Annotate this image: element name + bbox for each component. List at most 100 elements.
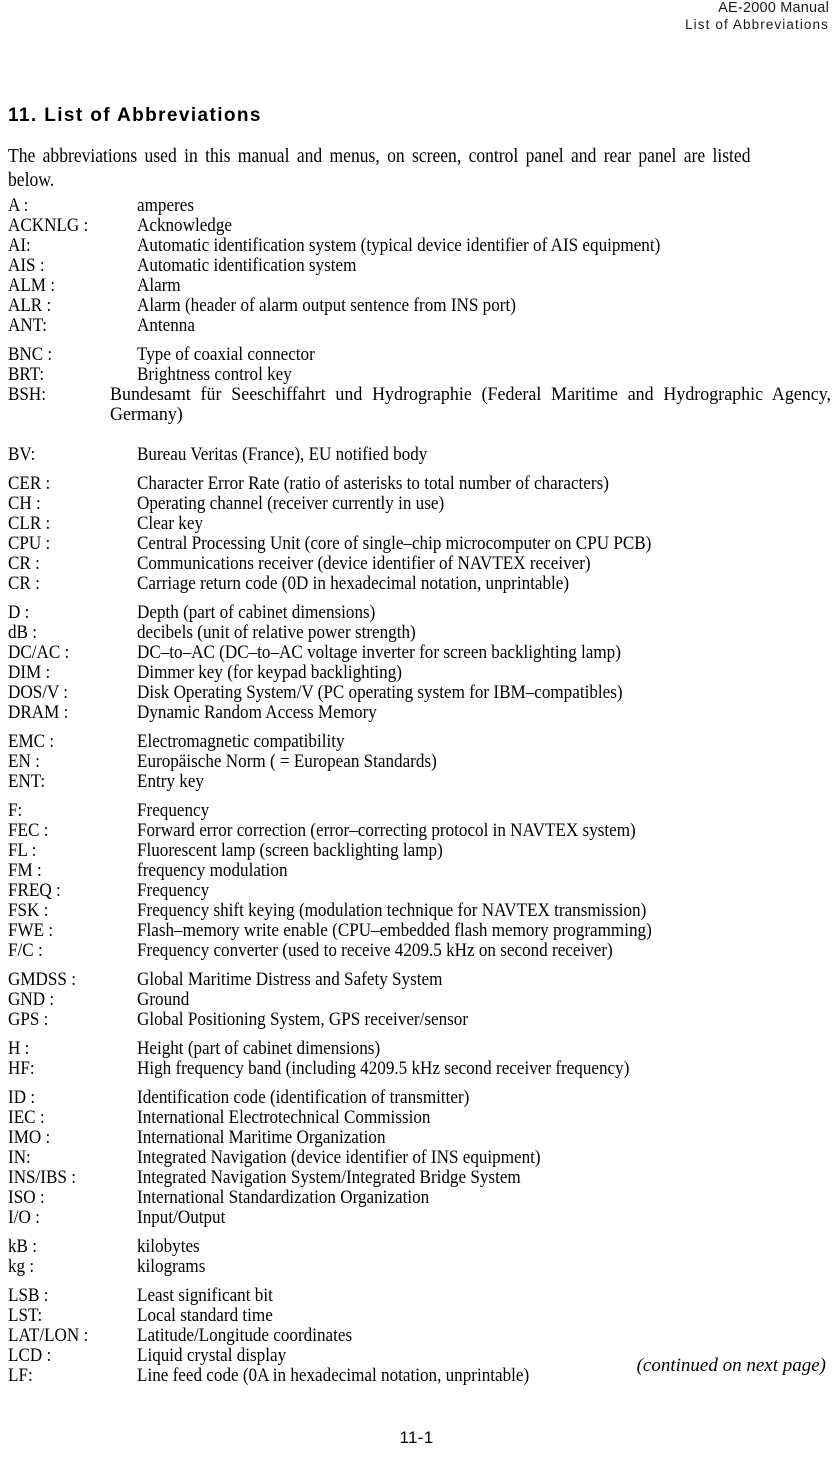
abbreviation-term: IN:: [8, 1147, 31, 1168]
abbreviation-definition: Global Positioning System, GPS receiver/…: [137, 1009, 469, 1030]
abbreviation-entry: AIS : Automatic identification system: [0, 256, 833, 276]
abbreviation-term: FSK :: [8, 900, 49, 921]
abbreviation-term: IMO :: [8, 1127, 51, 1148]
abbreviation-entry: I/O : Input/Output: [0, 1208, 833, 1228]
abbreviation-term: CR :: [8, 553, 40, 574]
abbreviation-definition: Frequency: [137, 800, 210, 821]
page-number: 11-1: [399, 1428, 434, 1447]
abbreviation-definition: Integrated Navigation (device identifier…: [137, 1147, 541, 1168]
abbreviation-definition: frequency modulation: [137, 860, 288, 881]
abbreviation-term: ALR :: [8, 295, 52, 316]
abbreviation-definition: Depth (part of cabinet dimensions): [137, 602, 376, 623]
abbreviation-entry: ISO : International Standardization Organ…: [0, 1188, 833, 1208]
abbreviation-definition: kilograms: [137, 1256, 206, 1277]
abbreviation-definition: Brightness control key: [137, 364, 292, 385]
abbreviation-entry: GND : Ground: [0, 990, 833, 1010]
abbreviation-term: LST:: [8, 1305, 43, 1326]
abbreviation-definition: Alarm (header of alarm output sentence f…: [137, 295, 516, 316]
abbreviation-term: CER :: [8, 473, 51, 494]
document-page: AE-2000 Manual List of Abbreviations 11.…: [0, 0, 833, 1461]
abbreviation-definition: Integrated Navigation System/Integrated …: [137, 1167, 521, 1188]
abbreviation-entry: dB : decibels (unit of relative power str…: [0, 623, 833, 643]
abbreviation-definition: International Maritime Organization: [137, 1127, 386, 1148]
abbreviation-entry: BSH: Bundesamt für Seeschiffahrt und Hydr…: [0, 385, 833, 445]
abbreviation-term: ENT:: [8, 771, 46, 792]
abbreviation-definition: Automatic identification system: [137, 255, 357, 276]
abbreviation-term: GPS :: [8, 1009, 49, 1030]
abbreviation-definition: Entry key: [137, 771, 204, 792]
abbreviation-definition: Acknowledge: [137, 215, 232, 236]
abbreviation-list: A : amperes ACKNLG : Acknowledge AI: Automati…: [0, 196, 833, 1395]
abbreviation-entry: kg : kilograms: [0, 1257, 833, 1277]
abbreviation-group: BNC : Type of coaxial connector BRT: Bright…: [0, 345, 833, 465]
abbreviation-definition: Frequency: [137, 880, 210, 901]
abbreviation-definition: Dynamic Random Access Memory: [137, 702, 377, 723]
abbreviation-term: HF:: [8, 1058, 35, 1079]
abbreviation-term: kg :: [8, 1256, 35, 1277]
abbreviation-entry: CPU : Central Processing Unit (core of si…: [0, 534, 833, 554]
abbreviation-term: H :: [8, 1038, 30, 1059]
abbreviation-entry: kB : kilobytes: [0, 1237, 833, 1257]
abbreviation-definition: Identification code (identification of t…: [137, 1087, 470, 1108]
abbreviation-entry: IMO : International Maritime Organization: [0, 1128, 833, 1148]
abbreviation-term: AI:: [8, 235, 31, 256]
abbreviation-definition: kilobytes: [137, 1236, 200, 1257]
abbreviation-entry: FEC : Forward error correction (error–cor…: [0, 821, 833, 841]
abbreviation-group: GMDSS : Global Maritime Distress and Safe…: [0, 970, 833, 1030]
abbreviation-group: A : amperes ACKNLG : Acknowledge AI: Automati…: [0, 196, 833, 336]
abbreviation-term: I/O :: [8, 1207, 40, 1228]
abbreviation-group: F: Frequency FEC : Forward error correction…: [0, 801, 833, 961]
abbreviation-entry: FL : Fluorescent lamp (screen backlightin…: [0, 841, 833, 861]
abbreviation-definition: High frequency band (including 4209.5 kH…: [137, 1058, 630, 1079]
abbreviation-term: CLR :: [8, 513, 51, 534]
abbreviation-term: F/C :: [8, 940, 43, 961]
intro-paragraph: The abbreviations used in this manual an…: [8, 146, 751, 191]
abbreviation-term: FL :: [8, 840, 37, 861]
abbreviation-term: CH :: [8, 493, 41, 514]
abbreviation-entry: ANT: Antenna: [0, 316, 833, 336]
abbreviation-term: A :: [8, 195, 29, 216]
abbreviation-entry: EMC : Electromagnetic compatibility: [0, 732, 833, 752]
abbreviation-term: FM :: [8, 860, 42, 881]
page-title: 11. List of Abbreviations: [8, 105, 262, 126]
abbreviation-term: DRAM :: [8, 702, 69, 723]
abbreviation-definition: Height (part of cabinet dimensions): [137, 1038, 381, 1059]
abbreviation-term: kB :: [8, 1236, 37, 1257]
abbreviation-term: GMDSS :: [8, 969, 76, 990]
abbreviation-definition: decibels (unit of relative power strengt…: [137, 622, 416, 643]
abbreviation-definition: Frequency converter (used to receive 420…: [137, 940, 613, 961]
abbreviation-definition: Clear key: [137, 513, 203, 534]
abbreviation-definition: Global Maritime Distress and Safety Syst…: [137, 969, 443, 990]
abbreviation-definition: Type of coaxial connector: [137, 344, 315, 365]
abbreviation-definition: DC–to–AC (DC–to–AC voltage inverter for …: [137, 642, 621, 663]
abbreviation-entry: LAT/LON : Latitude/Longitude coordinates: [0, 1326, 833, 1346]
chapter-title: List of Abbreviations: [685, 17, 829, 32]
abbreviation-entry: ACKNLG : Acknowledge: [0, 216, 833, 236]
abbreviation-definition: Disk Operating System/V (PC operating sy…: [137, 682, 623, 703]
abbreviation-entry: CER : Character Error Rate (ratio of aste…: [0, 474, 833, 494]
abbreviation-definition: Character Error Rate (ratio of asterisks…: [137, 473, 609, 494]
abbreviation-term: BRT:: [8, 364, 45, 385]
abbreviation-entry: ALM : Alarm: [0, 276, 833, 296]
abbreviation-group: H : Height (part of cabinet dimensions) HF…: [0, 1039, 833, 1079]
abbreviation-term: CR :: [8, 573, 40, 594]
abbreviation-entry: FM : frequency modulation: [0, 861, 833, 881]
abbreviation-entry: DIM : Dimmer key (for keypad backlighting…: [0, 663, 833, 683]
abbreviation-definition: Bundesamt für Seeschiffahrt und Hydrogra…: [110, 384, 832, 425]
abbreviation-definition: Electromagnetic compatibility: [137, 731, 345, 752]
abbreviation-entry: CH : Operating channel (receiver currentl…: [0, 494, 833, 514]
abbreviation-group: D : Depth (part of cabinet dimensions) dB …: [0, 603, 833, 723]
abbreviation-entry: GPS : Global Positioning System, GPS rece…: [0, 1010, 833, 1030]
continued-note: (continued on next page): [636, 1355, 826, 1376]
abbreviation-entry: FSK : Frequency shift keying (modulation …: [0, 901, 833, 921]
abbreviation-term: ID :: [8, 1087, 36, 1108]
abbreviation-term: BV:: [8, 444, 36, 465]
abbreviation-definition: Ground: [137, 989, 190, 1010]
abbreviation-term: F:: [8, 800, 23, 821]
abbreviation-entry: HF: High frequency band (including 4209.5…: [0, 1059, 833, 1079]
abbreviation-term: LAT/LON :: [8, 1325, 89, 1346]
abbreviation-entry: CR : Carriage return code (0D in hexadeci…: [0, 574, 833, 594]
abbreviation-entry: F: Frequency: [0, 801, 833, 821]
abbreviation-term: FWE :: [8, 920, 54, 941]
abbreviation-entry: ID : Identification code (identification …: [0, 1088, 833, 1108]
